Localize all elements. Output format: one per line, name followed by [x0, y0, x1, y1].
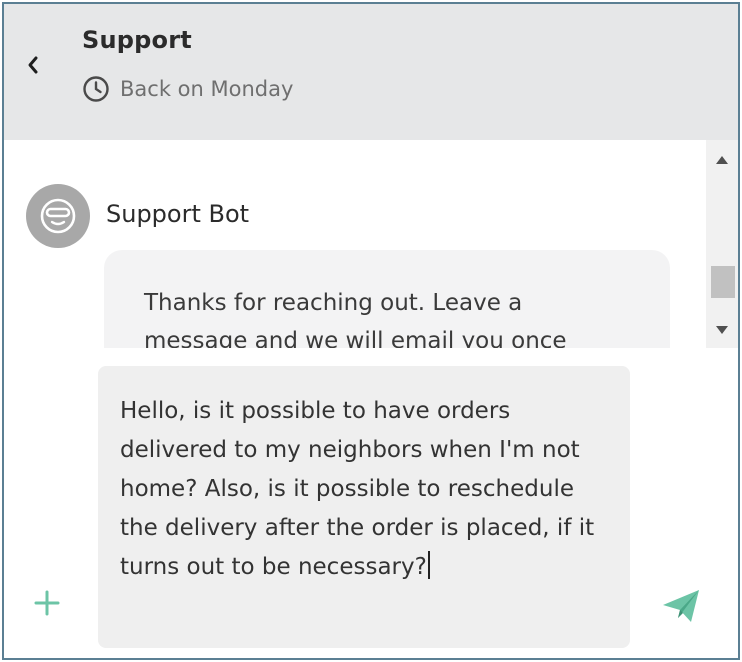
bot-message-bubble: Thanks for reaching out. Leave a message… [104, 250, 670, 348]
page-title: Support [82, 26, 192, 54]
chat-window: Support Back on Monday Support Bot Thank… [2, 2, 740, 660]
scroll-down-button[interactable] [706, 316, 738, 344]
chat-header: Support Back on Monday [4, 4, 738, 140]
bot-name: Support Bot [106, 200, 250, 228]
message-input-text: Hello, is it possible to have orders del… [120, 398, 602, 580]
send-button[interactable] [660, 586, 702, 626]
back-button[interactable] [18, 50, 48, 80]
add-attachment-button[interactable] [30, 586, 64, 620]
text-caret [427, 551, 430, 579]
message-composer: Hello, is it possible to have orders del… [4, 348, 738, 658]
scroll-thumb[interactable] [711, 266, 735, 298]
message-input[interactable]: Hello, is it possible to have orders del… [98, 366, 630, 648]
message-list[interactable]: Support Bot Thanks for reaching out. Lea… [4, 140, 706, 348]
triangle-down-icon [716, 326, 728, 334]
bot-face-icon [40, 198, 76, 234]
send-plane-icon [663, 590, 699, 622]
availability-status: Back on Monday [82, 75, 293, 103]
status-text: Back on Monday [120, 77, 294, 101]
avatar [26, 184, 90, 248]
chevron-left-icon [28, 56, 38, 74]
plus-icon [34, 590, 60, 616]
scroll-up-button[interactable] [706, 146, 738, 174]
bot-message-text: Thanks for reaching out. Leave a message… [144, 290, 567, 348]
message-scrollbar[interactable] [706, 140, 738, 348]
triangle-up-icon [716, 156, 728, 164]
clock-icon [83, 76, 109, 102]
